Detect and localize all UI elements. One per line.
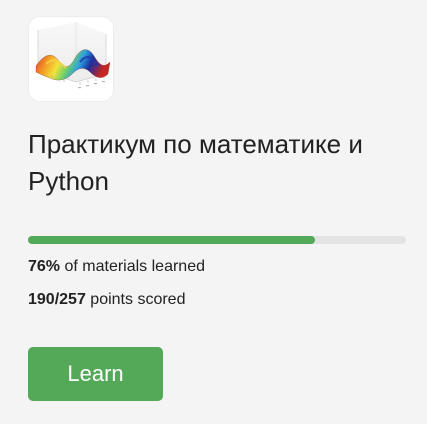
materials-label: of materials learned [64,258,205,275]
surface-plot-image [35,22,111,89]
progress-bar [28,236,406,244]
materials-learned-stat: 76% of materials learned [28,257,205,277]
progress-bar-fill [28,236,316,244]
points-value: 190/257 [28,291,86,308]
course-card: Практикум по математике и Python 76% of … [0,0,427,424]
course-title: Практикум по математике и Python [28,129,363,196]
materials-percent: 76% [28,258,61,275]
course-thumbnail [28,16,114,102]
points-label: points scored [90,291,186,308]
learn-button[interactable]: Learn [28,347,163,401]
points-scored-stat: 190/257 points scored [28,290,185,310]
